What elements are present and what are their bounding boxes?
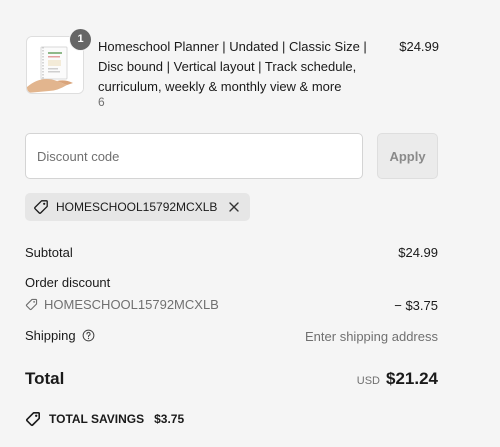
total-value: $21.24	[386, 369, 438, 388]
subtotal-value: $24.99	[398, 245, 438, 260]
total-currency: USD	[356, 375, 380, 387]
total-savings-value: $3.75	[154, 412, 185, 426]
tag-icon	[25, 411, 41, 427]
tag-icon	[25, 298, 38, 311]
discount-code-input[interactable]	[25, 133, 363, 179]
order-discount-code-line: HOMESCHOOL15792MCXLB	[25, 297, 219, 312]
total-label: Total	[25, 369, 65, 388]
product-price: $24.99	[399, 39, 439, 54]
total-amount-group: USD $21.24	[357, 369, 438, 389]
product-variant: 6	[98, 95, 105, 109]
applied-discount-code: HOMESCHOOL15792MCXLB	[56, 200, 218, 214]
shipping-label: Shipping	[25, 328, 76, 343]
tag-icon	[33, 199, 49, 215]
product-title: Homeschool Planner | Undated | Classic S…	[98, 39, 367, 94]
subtotal-label: Subtotal	[25, 245, 73, 260]
shipping-value: Enter shipping address	[305, 329, 438, 344]
quantity-badge: 1	[70, 29, 91, 50]
order-discount-value: − $3.75	[394, 298, 438, 313]
order-discount-label: Order discount	[25, 275, 111, 290]
close-icon	[229, 202, 240, 212]
applied-discount-chip: HOMESCHOOL15792MCXLB	[25, 193, 251, 221]
order-discount-code: HOMESCHOOL15792MCXLB	[44, 297, 219, 312]
total-savings: TOTAL SAVINGS $3.75	[25, 411, 184, 427]
apply-discount-button[interactable]: Apply	[377, 133, 438, 179]
shipping-row: Shipping	[25, 328, 95, 343]
remove-discount-button[interactable]	[227, 200, 241, 214]
question-circle-icon[interactable]	[82, 329, 95, 342]
total-savings-label: TOTAL SAVINGS	[49, 412, 145, 426]
